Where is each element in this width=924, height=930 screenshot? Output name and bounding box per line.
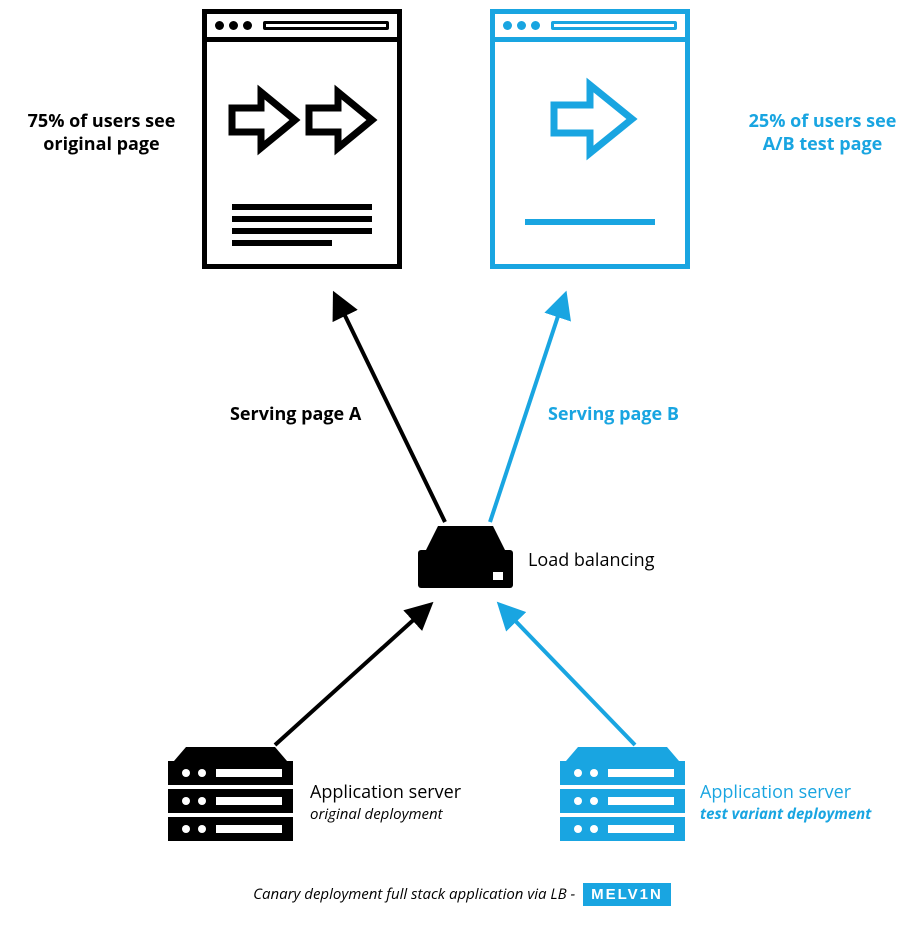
serving-a-label: Serving page A <box>230 402 361 426</box>
app-server-variant-icon <box>560 747 685 842</box>
load-balancing-label: Load balancing <box>528 548 655 572</box>
serving-b-label: Serving page B <box>548 402 679 426</box>
app-server-left-subtitle: original deployment <box>310 804 461 824</box>
footer-badge: MELV1N <box>583 883 671 906</box>
app-server-right-labels: Application server test variant deployme… <box>700 780 871 824</box>
app-server-right-subtitle: test variant deployment <box>700 804 871 824</box>
footer-text: Canary deployment full stack application… <box>253 884 575 904</box>
app-server-left-labels: Application server original deployment <box>310 780 461 824</box>
app-server-original-icon <box>168 747 293 842</box>
footer: Canary deployment full stack application… <box>0 883 924 906</box>
load-balancer-icon <box>418 522 513 594</box>
app-server-right-title: Application server <box>700 780 871 804</box>
app-server-left-title: Application server <box>310 780 461 804</box>
